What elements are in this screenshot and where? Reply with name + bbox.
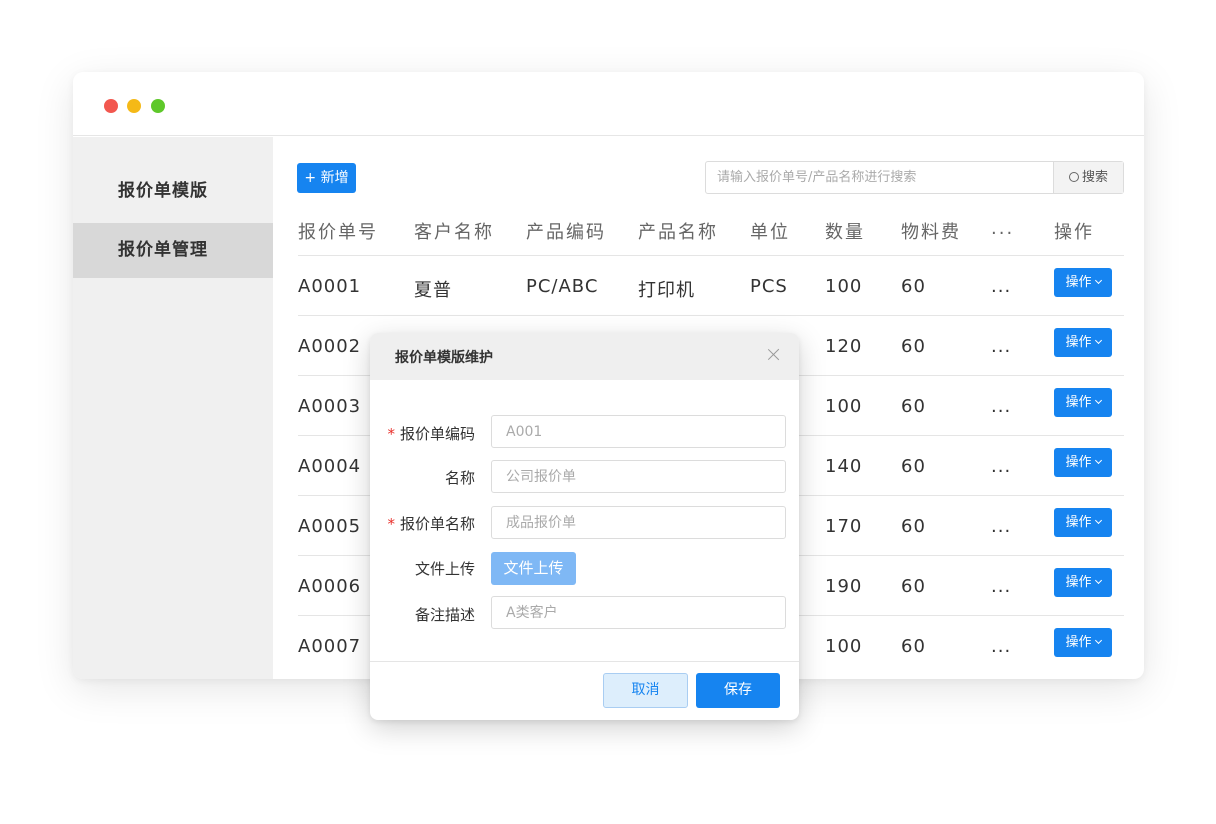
cell-quote-id: A0007 bbox=[298, 636, 362, 657]
search-button[interactable]: 搜索 bbox=[1053, 162, 1123, 193]
minimize-window-dot[interactable] bbox=[127, 99, 141, 113]
action-dropdown-button[interactable]: 操作 bbox=[1054, 388, 1112, 417]
action-label: 操作 bbox=[1065, 455, 1092, 470]
cell-quote-id: A0001 bbox=[298, 276, 362, 297]
cell-product-name: 打印机 bbox=[638, 280, 695, 301]
field-label-name: 名称 bbox=[444, 469, 475, 487]
cell-material-fee: 60 bbox=[901, 636, 926, 657]
cell-material-fee: 60 bbox=[901, 336, 926, 357]
add-button[interactable]: + 新增 bbox=[297, 163, 356, 193]
column-header[interactable]: 单位 bbox=[750, 218, 790, 244]
cell-quote-id: A0002 bbox=[298, 336, 362, 357]
sidebar: 报价单模版 报价单管理 bbox=[73, 137, 273, 679]
field-label-quote-code: * 报价单编码 bbox=[370, 423, 475, 444]
cell-more: ... bbox=[991, 276, 1012, 297]
cell-more: ... bbox=[991, 396, 1012, 417]
close-icon[interactable] bbox=[766, 347, 782, 363]
cell-quantity: 100 bbox=[825, 276, 863, 297]
file-upload-button[interactable]: 文件上传 bbox=[491, 552, 576, 585]
action-label: 操作 bbox=[1065, 335, 1092, 350]
quote-name-input[interactable] bbox=[491, 506, 786, 539]
chevron-down-icon bbox=[1094, 276, 1102, 285]
search-input[interactable] bbox=[706, 162, 1053, 193]
action-label: 操作 bbox=[1065, 515, 1092, 530]
table-header: 报价单号 客户名称 产品编码 产品名称 单位 数量 物料费 ... 操作 bbox=[298, 212, 1124, 256]
cell-quantity: 190 bbox=[825, 576, 863, 597]
cell-more: ... bbox=[991, 456, 1012, 477]
cell-quote-id: A0006 bbox=[298, 576, 362, 597]
column-header[interactable]: 报价单号 bbox=[298, 218, 378, 244]
field-label-remarks: 备注描述 bbox=[414, 606, 475, 624]
modal-title: 报价单模版维护 bbox=[395, 350, 493, 366]
cell-quantity: 100 bbox=[825, 636, 863, 657]
cell-material-fee: 60 bbox=[901, 516, 926, 537]
save-button[interactable]: 保存 bbox=[696, 673, 780, 708]
action-label: 操作 bbox=[1065, 395, 1092, 410]
action-dropdown-button[interactable]: 操作 bbox=[1054, 268, 1112, 297]
cell-more: ... bbox=[991, 576, 1012, 597]
action-dropdown-button[interactable]: 操作 bbox=[1054, 568, 1112, 597]
chevron-down-icon bbox=[1094, 516, 1102, 525]
title-bar bbox=[73, 72, 1144, 136]
chevron-down-icon bbox=[1094, 456, 1102, 465]
column-header[interactable]: 产品编码 bbox=[526, 218, 606, 244]
cell-quote-id: A0003 bbox=[298, 396, 362, 417]
cell-material-fee: 60 bbox=[901, 576, 926, 597]
action-label: 操作 bbox=[1065, 635, 1092, 650]
action-dropdown-button[interactable]: 操作 bbox=[1054, 328, 1112, 357]
cancel-button[interactable]: 取消 bbox=[603, 673, 688, 708]
cell-quantity: 170 bbox=[825, 516, 863, 537]
cell-more: ... bbox=[991, 516, 1012, 537]
field-label-file-upload: 文件上传 bbox=[414, 560, 475, 578]
chevron-down-icon bbox=[1094, 336, 1102, 345]
search-icon bbox=[1068, 172, 1079, 182]
action-dropdown-button[interactable]: 操作 bbox=[1054, 628, 1112, 657]
required-mark: * bbox=[387, 425, 395, 443]
cell-more: ... bbox=[991, 636, 1012, 657]
remarks-input[interactable] bbox=[491, 596, 786, 629]
cell-material-fee: 60 bbox=[901, 396, 926, 417]
quote-code-input[interactable] bbox=[491, 415, 786, 448]
field-label-text: 报价单名称 bbox=[399, 515, 475, 533]
cell-quote-id: A0004 bbox=[298, 456, 362, 477]
sidebar-item-quote-template[interactable]: 报价单模版 bbox=[73, 164, 273, 219]
cell-customer: 夏普 bbox=[414, 280, 452, 301]
cell-material-fee: 60 bbox=[901, 456, 926, 477]
cell-quantity: 140 bbox=[825, 456, 863, 477]
cell-product-code: PC/ABC bbox=[526, 276, 599, 297]
modal-footer: 取消 保存 bbox=[370, 661, 799, 720]
quote-template-modal: 报价单模版维护 *报价单编码 名称 *报价单名称 文件上传 文件上传 备注描述 … bbox=[370, 333, 799, 720]
action-label: 操作 bbox=[1065, 275, 1092, 290]
action-dropdown-button[interactable]: 操作 bbox=[1054, 448, 1112, 477]
column-header[interactable]: 产品名称 bbox=[638, 218, 718, 244]
column-header[interactable]: 数量 bbox=[825, 218, 865, 244]
action-label: 操作 bbox=[1065, 575, 1092, 590]
column-header[interactable]: ... bbox=[991, 218, 1014, 239]
maximize-window-dot[interactable] bbox=[151, 99, 165, 113]
cell-quantity: 120 bbox=[825, 336, 863, 357]
chevron-down-icon bbox=[1094, 396, 1102, 405]
name-input[interactable] bbox=[491, 460, 786, 493]
field-label-text: 报价单编码 bbox=[399, 425, 475, 443]
search-button-label: 搜索 bbox=[1081, 170, 1108, 185]
close-window-dot[interactable] bbox=[104, 99, 118, 113]
column-header[interactable]: 物料费 bbox=[901, 218, 961, 244]
cell-unit: PCS bbox=[750, 276, 788, 297]
sidebar-item-quote-management[interactable]: 报价单管理 bbox=[73, 223, 273, 278]
table-row[interactable]: A0001 夏普 PC/ABC 打印机 PCS 100 60 ... 操作 bbox=[298, 256, 1124, 316]
cell-quantity: 100 bbox=[825, 396, 863, 417]
action-dropdown-button[interactable]: 操作 bbox=[1054, 508, 1112, 537]
search-bar: 搜索 bbox=[705, 161, 1124, 194]
modal-header: 报价单模版维护 bbox=[370, 333, 799, 380]
field-label-quote-name: * 报价单名称 bbox=[370, 513, 475, 534]
cell-quote-id: A0005 bbox=[298, 516, 362, 537]
column-header[interactable]: 操作 bbox=[1054, 218, 1094, 244]
column-header[interactable]: 客户名称 bbox=[414, 218, 494, 244]
chevron-down-icon bbox=[1094, 636, 1102, 645]
cell-more: ... bbox=[991, 336, 1012, 357]
required-mark: * bbox=[387, 515, 395, 533]
chevron-down-icon bbox=[1094, 576, 1102, 585]
cell-material-fee: 60 bbox=[901, 276, 926, 297]
